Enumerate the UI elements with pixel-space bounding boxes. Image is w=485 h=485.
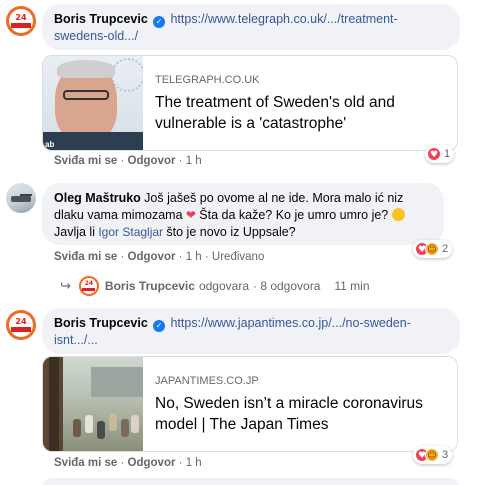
reaction-count: 2	[442, 243, 449, 255]
comment-author[interactable]: Boris Trupcevic	[54, 12, 148, 26]
card-headline: No, Sweden isn’t a miracle coronavirus m…	[155, 395, 423, 433]
reaction-summary[interactable]: ♥ 1	[425, 145, 455, 163]
comment-text: Šta da kaže? Ko je umro umro je?	[199, 208, 389, 222]
reply-action[interactable]: Odgovor	[128, 155, 176, 167]
comment-actions: Sviđa mi se · Odgovor · 1 h	[54, 457, 202, 469]
link-preview-card[interactable]: JAPANTIMES.CO.JP No, Sweden isn’t a mira…	[42, 356, 458, 452]
avatar[interactable]	[6, 183, 36, 213]
reply-action[interactable]: Odgovor	[128, 457, 176, 469]
card-headline: The treatment of Sweden's old and vulner…	[155, 94, 395, 132]
card-domain: TELEGRAPH.CO.UK	[155, 74, 260, 86]
thumbnail-tag: ab	[45, 140, 55, 149]
comment-time[interactable]: 1 h	[186, 155, 202, 167]
comment-bubble: Boris Trupcevic ✓ https://www.japantimes…	[42, 308, 460, 354]
reply-action[interactable]: Odgovor	[128, 251, 176, 263]
reply-count: · 8 odgovora	[253, 279, 321, 293]
like-action[interactable]: Sviđa mi se	[54, 155, 117, 167]
link-preview-card[interactable]: ab TELEGRAPH.CO.UK The treatment of Swed…	[42, 55, 458, 151]
verified-badge-icon: ✓	[153, 16, 166, 28]
next-comment-bubble	[42, 478, 460, 485]
avatar[interactable]: 24	[6, 310, 36, 340]
comment-text: Javlja li	[54, 225, 95, 239]
comment-text: što je novo iz Uppsale?	[166, 225, 296, 239]
comment-actions: Sviđa mi se · Odgovor · 1 h	[54, 155, 202, 167]
comment-time[interactable]: 1 h	[186, 457, 202, 469]
verified-badge-icon: ✓	[153, 320, 166, 332]
tank-photo-icon	[11, 196, 31, 202]
reaction-summary[interactable]: ♥ ☺ 3	[413, 446, 453, 464]
replies-summary[interactable]: ↪ 24 Boris Trupcevic odgovara · 8 odgovo…	[60, 276, 370, 296]
comment-bubble: Boris Trupcevic ✓ https://www.telegraph.…	[42, 4, 460, 50]
haha-reaction-icon: ☺	[425, 242, 439, 256]
heart-emoji-icon: ❤	[185, 208, 196, 222]
comment-author[interactable]: Oleg Maštruko	[54, 191, 141, 205]
user-mention[interactable]: Igor Stagljar	[98, 225, 163, 239]
comment-author[interactable]: Boris Trupcevic	[54, 316, 148, 330]
reply-arrow-icon: ↪	[60, 278, 71, 294]
news-page-logo-icon: 24	[9, 313, 33, 337]
reaction-count: 3	[442, 449, 449, 461]
avatar: 24	[78, 276, 99, 296]
smiley-emoji-icon	[391, 208, 405, 221]
avatar[interactable]: 24	[6, 6, 36, 36]
reply-author: Boris Trupcevic	[104, 279, 195, 293]
article-thumbnail: ab	[43, 56, 143, 150]
like-action[interactable]: Sviđa mi se	[54, 251, 117, 263]
news-page-logo-icon: 24	[9, 9, 33, 33]
article-thumbnail	[43, 357, 143, 451]
comment-bubble: Oleg Maštruko Još jašeš po ovome al ne i…	[42, 183, 444, 245]
like-action[interactable]: Sviđa mi se	[54, 457, 117, 469]
haha-reaction-icon: ☺	[425, 448, 439, 462]
love-reaction-icon: ♥	[427, 147, 441, 161]
edited-label[interactable]: Uređivano	[212, 251, 264, 263]
reaction-count: 1	[444, 148, 451, 160]
reaction-summary[interactable]: ♥ ☺ 2	[413, 240, 453, 258]
reply-time: 11 min	[334, 279, 370, 293]
reply-verb: odgovara	[198, 279, 249, 293]
comment-actions: Sviđa mi se · Odgovor · 1 h · Uređivano	[54, 251, 265, 263]
comment-time[interactable]: 1 h	[186, 251, 202, 263]
card-domain: JAPANTIMES.CO.JP	[155, 375, 259, 387]
